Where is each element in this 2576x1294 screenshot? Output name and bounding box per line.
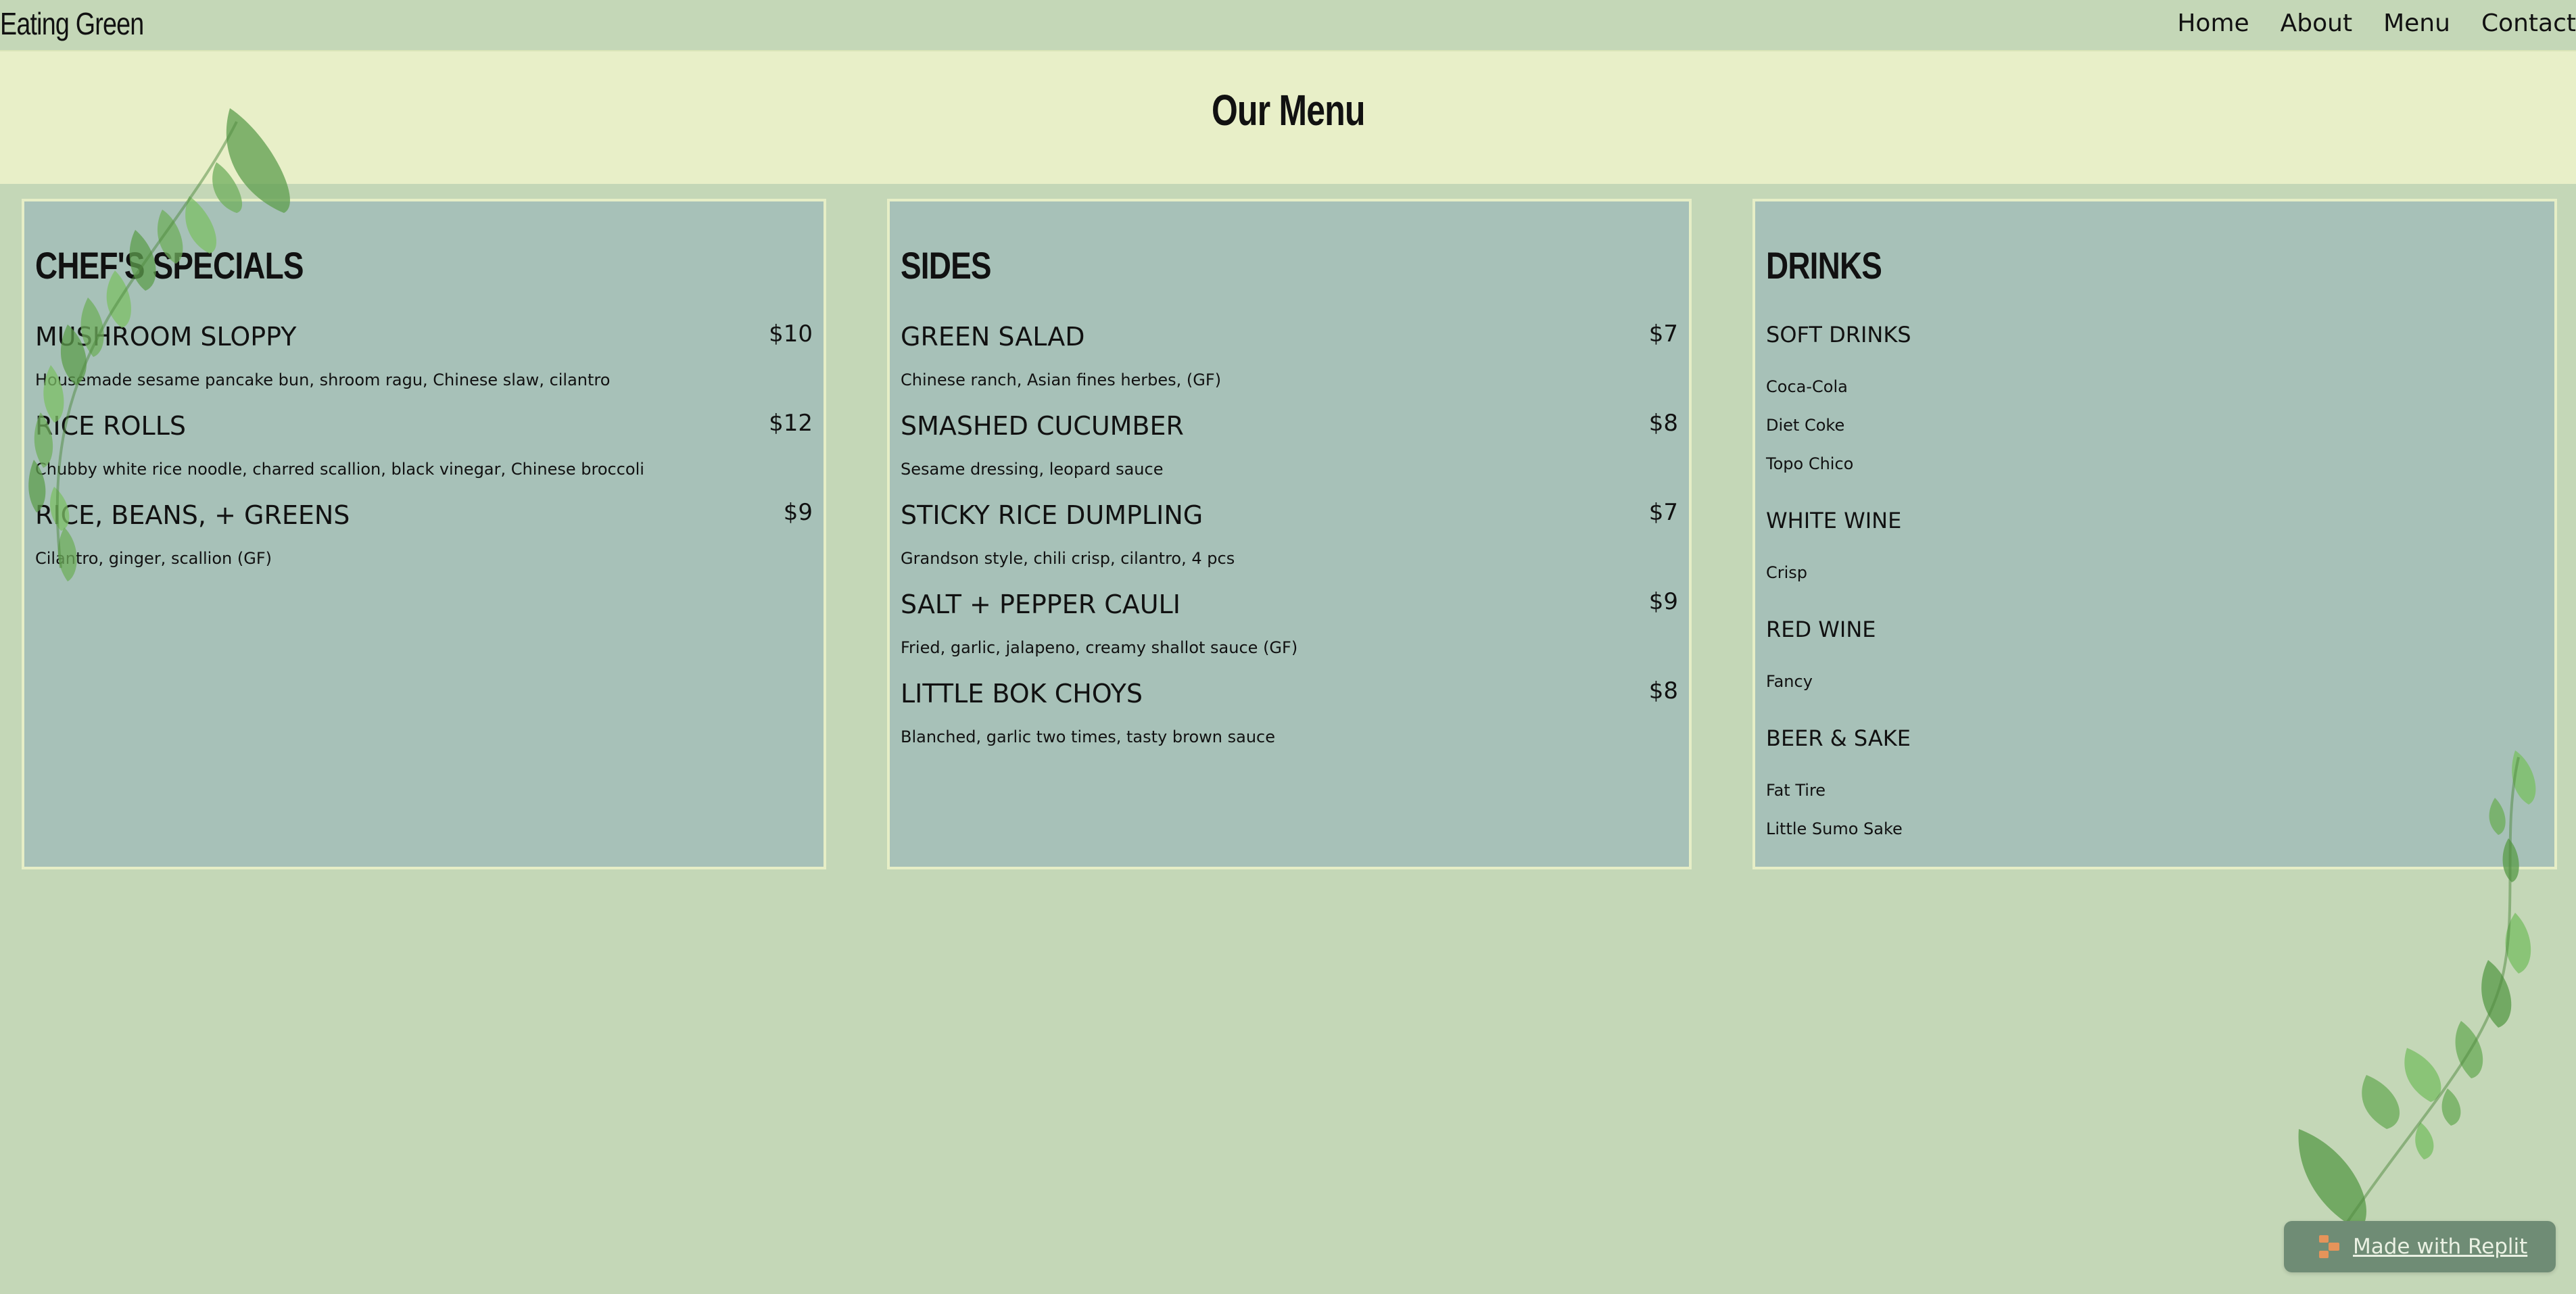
brand-logo-text[interactable]: Eating Green: [0, 5, 144, 42]
replit-icon: [2319, 1235, 2339, 1258]
page: Eating Green Home About Menu Contact Our…: [0, 0, 2576, 1294]
item-name: SMASHED CUCUMBER: [901, 411, 1184, 441]
drink-category: WHITE WINE: [1766, 508, 1902, 533]
item-price: $12: [769, 410, 813, 437]
item-description: Grandson style, chili crisp, cilantro, 4…: [901, 549, 1235, 568]
item-price: $7: [1648, 320, 1678, 348]
specials-card: CHEF'S SPECIALS MUSHROOM SLOPPY $10 Hous…: [22, 199, 826, 869]
item-price: $9: [783, 499, 813, 526]
drink-item: Crisp: [1766, 563, 1808, 582]
drink-item: Coca-Cola: [1766, 377, 1848, 396]
item-description: Blanched, garlic two times, tasty brown …: [901, 727, 1275, 746]
item-description: Chubby white rice noodle, charred scalli…: [35, 460, 644, 479]
item-price: $7: [1648, 499, 1678, 526]
drink-category: BEER & SAKE: [1766, 725, 1911, 751]
drink-item: Fancy: [1766, 672, 1813, 691]
menu-item: GREEN SALAD $7 Chinese ranch, Asian fine…: [901, 320, 1678, 403]
card-title-specials: CHEF'S SPECIALS: [35, 244, 304, 287]
menu-item: STICKY RICE DUMPLING $7 Grandson style, …: [901, 499, 1678, 581]
item-name: LITTLE BOK CHOYS: [901, 679, 1143, 709]
item-description: Fried, garlic, jalapeno, creamy shallot …: [901, 638, 1298, 657]
item-description: Housemade sesame pancake bun, shroom rag…: [35, 370, 611, 389]
nav-link-menu[interactable]: Menu: [2383, 9, 2450, 37]
item-name: RICE ROLLS: [35, 411, 187, 441]
drink-item: Topo Chico: [1766, 454, 1854, 473]
item-name: STICKY RICE DUMPLING: [901, 500, 1203, 530]
menu-item: SALT + PEPPER CAULI $9 Fried, garlic, ja…: [901, 588, 1678, 671]
drinks-card: DRINKS SOFT DRINKS Coca-Cola Diet Coke T…: [1752, 199, 2557, 869]
top-navbar: Eating Green Home About Menu Contact: [0, 0, 2576, 50]
item-name: MUSHROOM SLOPPY: [35, 322, 297, 352]
menu-item: RICE ROLLS $12 Chubby white rice noodle,…: [35, 410, 813, 492]
drink-item: Fat Tire: [1766, 781, 1826, 800]
badge-label: Made with Replit: [2353, 1235, 2528, 1259]
drink-item: Little Sumo Sake: [1766, 819, 1903, 838]
menu-item: MUSHROOM SLOPPY $10 Housemade sesame pan…: [35, 320, 813, 403]
item-name: GREEN SALAD: [901, 322, 1085, 352]
page-title: Our Menu: [1211, 86, 1365, 135]
made-with-replit-badge[interactable]: Made with Replit: [2284, 1221, 2556, 1272]
item-description: Chinese ranch, Asian fines herbes, (GF): [901, 370, 1222, 389]
item-price: $10: [769, 320, 813, 348]
drink-category: SOFT DRINKS: [1766, 322, 1911, 348]
item-name: SALT + PEPPER CAULI: [901, 590, 1180, 619]
menu-item: LITTLE BOK CHOYS $8 Blanched, garlic two…: [901, 677, 1678, 760]
card-title-sides: SIDES: [901, 244, 992, 287]
item-description: Cilantro, ginger, scallion (GF): [35, 549, 272, 568]
nav-link-home[interactable]: Home: [2177, 9, 2249, 37]
nav-link-contact[interactable]: Contact: [2481, 9, 2576, 37]
item-name: RICE, BEANS, + GREENS: [35, 500, 350, 530]
sides-card: SIDES GREEN SALAD $7 Chinese ranch, Asia…: [887, 199, 1692, 869]
drink-category: RED WINE: [1766, 617, 1876, 642]
menu-item: RICE, BEANS, + GREENS $9 Cilantro, ginge…: [35, 499, 813, 581]
item-description: Sesame dressing, leopard sauce: [901, 460, 1164, 479]
nav-link-about[interactable]: About: [2281, 9, 2352, 37]
page-header: Our Menu: [0, 50, 2576, 184]
menu-item: SMASHED CUCUMBER $8 Sesame dressing, leo…: [901, 410, 1678, 492]
item-price: $8: [1648, 410, 1678, 437]
drink-item: Diet Coke: [1766, 416, 1845, 435]
item-price: $9: [1648, 588, 1678, 615]
card-title-drinks: DRINKS: [1766, 244, 1882, 287]
nav-links: Home About Menu Contact: [2146, 9, 2576, 37]
item-price: $8: [1648, 677, 1678, 704]
